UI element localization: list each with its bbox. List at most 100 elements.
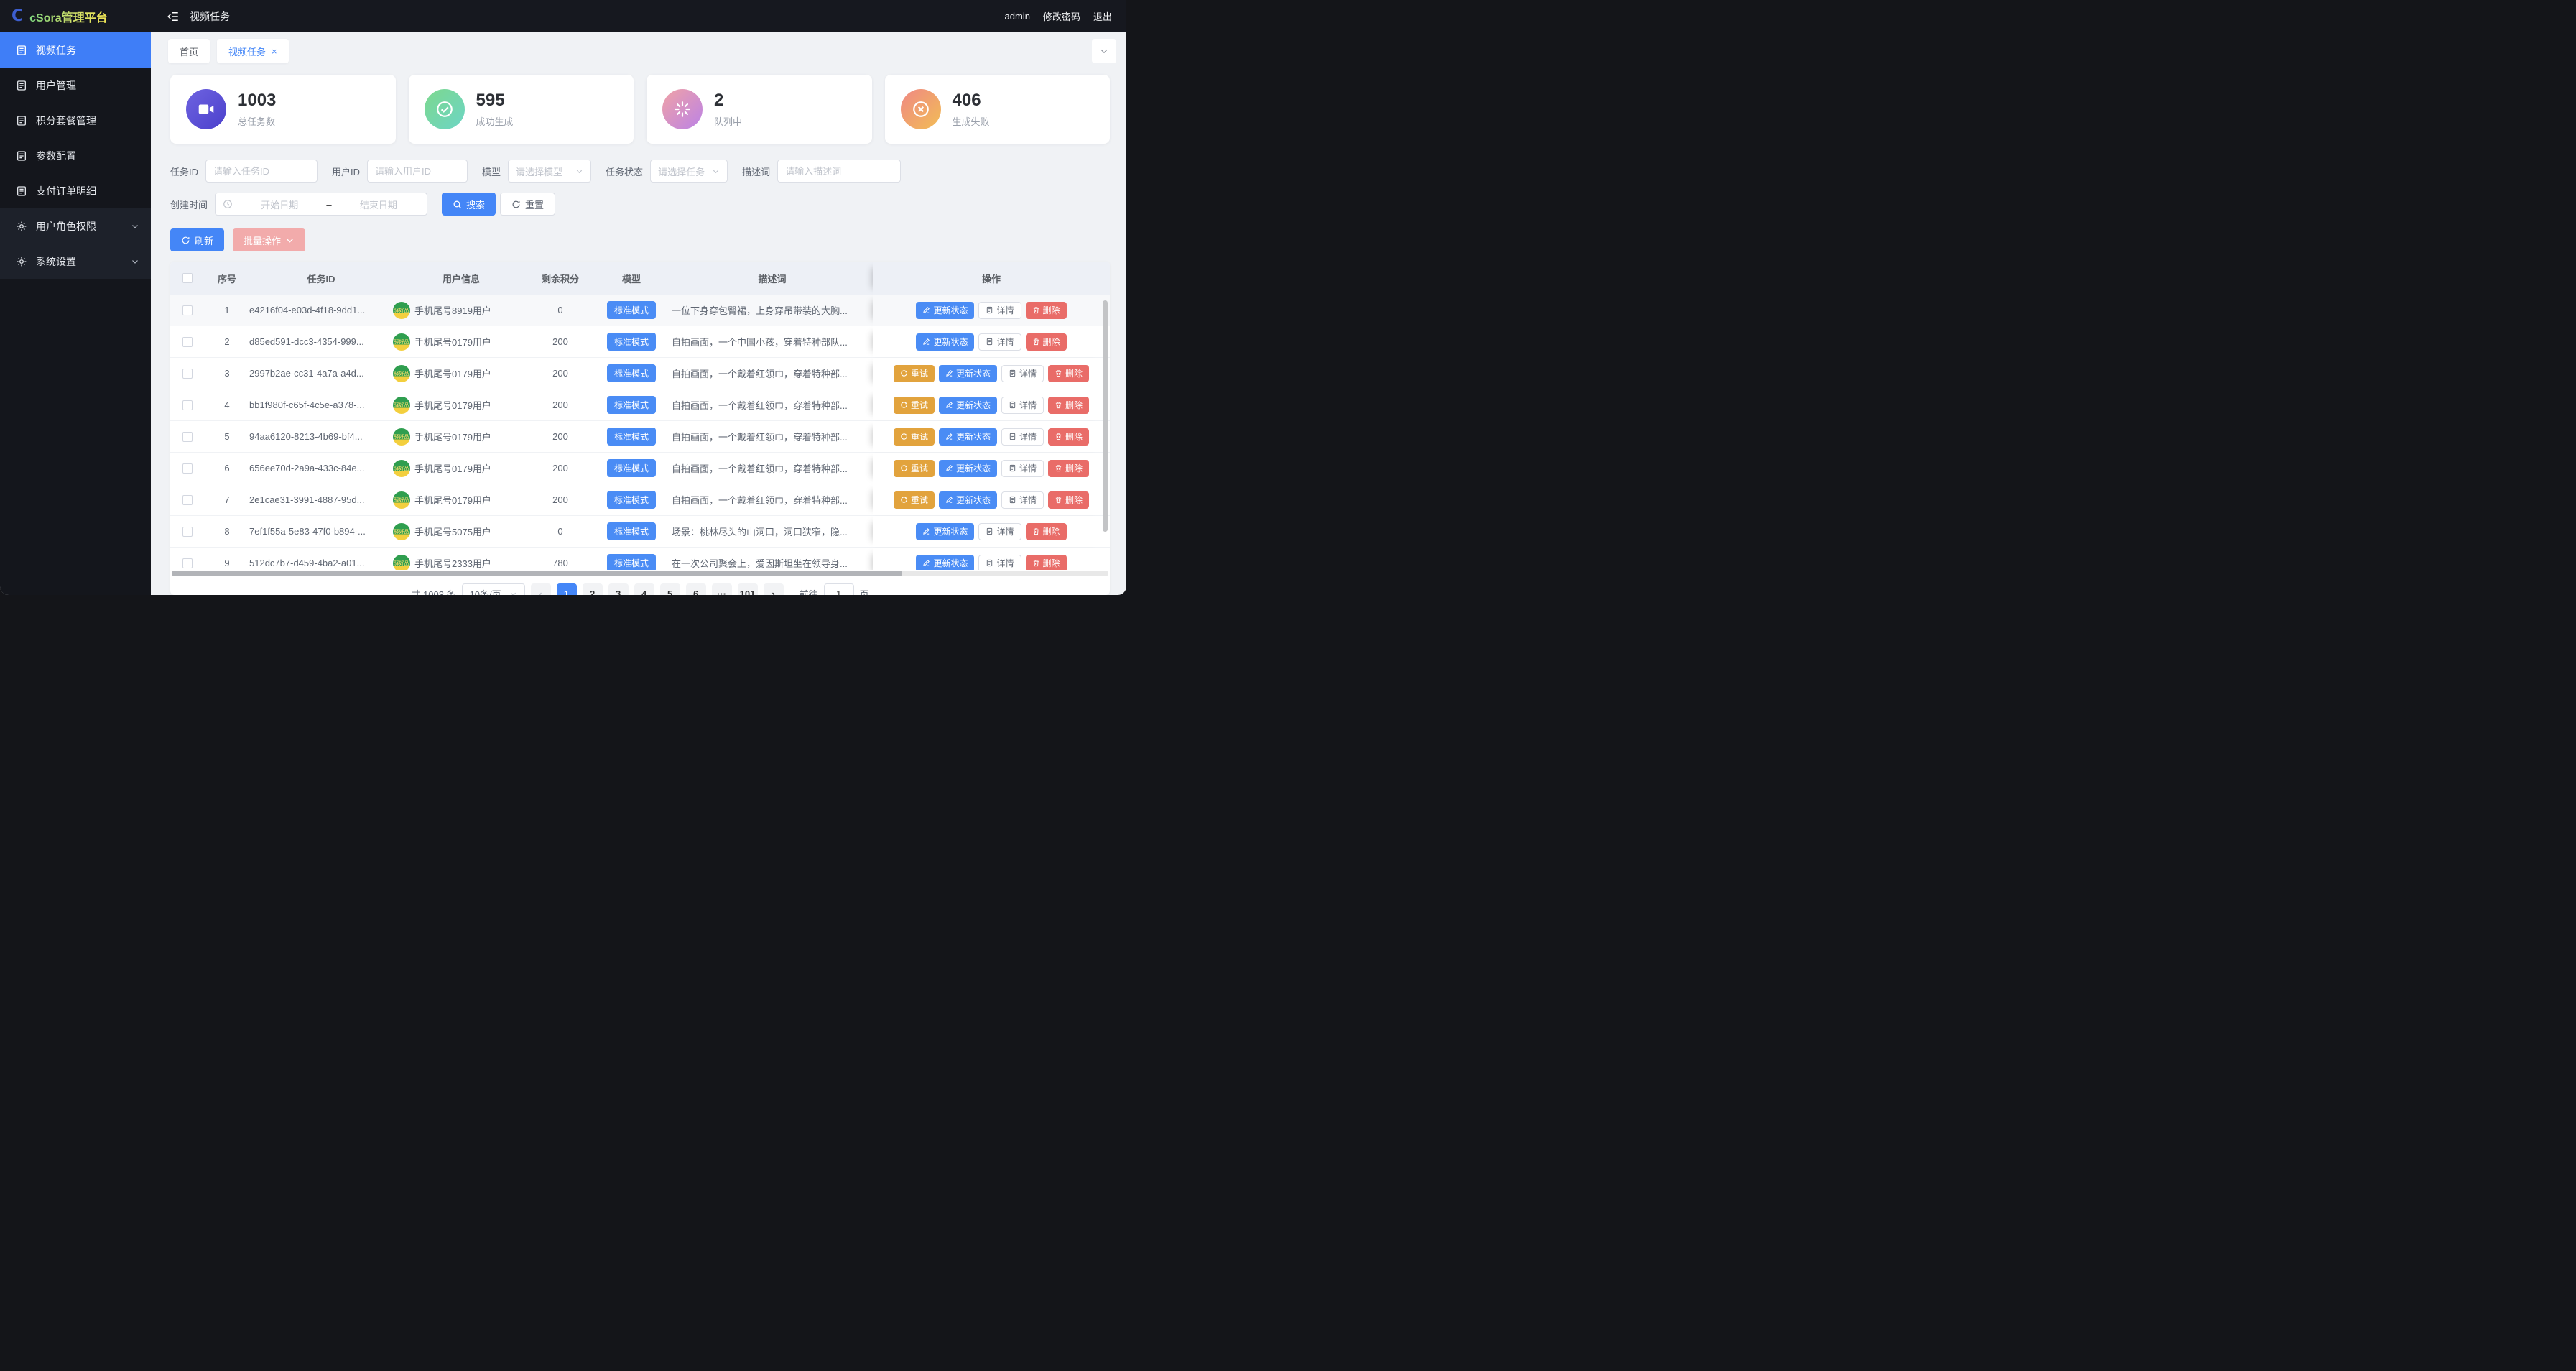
status-select[interactable]: 请选择任务 — [650, 160, 728, 183]
task-table: 序号 任务ID 用户信息 剩余积分 模型 描述词 操作 1 e4216f04-e… — [170, 262, 1110, 595]
detail-button[interactable]: 详情 — [1001, 396, 1044, 414]
page-number-button[interactable]: 101 — [737, 583, 758, 595]
detail-button[interactable]: 详情 — [978, 522, 1021, 540]
sidebar-item-系统设置[interactable]: 系统设置 — [0, 244, 151, 279]
update-status-button[interactable]: 更新状态 — [938, 396, 997, 414]
row-checkbox[interactable] — [182, 400, 193, 410]
date-range-picker[interactable]: 开始日期 – 结束日期 — [215, 193, 428, 216]
row-checkbox[interactable] — [182, 368, 193, 379]
delete-button[interactable]: 删除 — [1048, 459, 1090, 477]
header-model: 模型 — [621, 273, 641, 285]
page-size-select[interactable]: 10条/页 — [461, 583, 525, 595]
task-id-input[interactable] — [213, 165, 310, 177]
page-ellipsis-button[interactable]: ··· — [711, 583, 732, 595]
page-number-button[interactable]: 5 — [659, 583, 680, 595]
sidebar-item-用户管理[interactable]: 用户管理 — [0, 68, 151, 103]
detail-button[interactable]: 详情 — [978, 301, 1021, 319]
delete-button[interactable]: 删除 — [1048, 364, 1090, 382]
select-all-checkbox[interactable] — [182, 273, 193, 283]
retry-button[interactable]: 重试 — [893, 459, 935, 477]
user-id-input[interactable] — [375, 165, 460, 177]
stat-value: 2 — [714, 91, 724, 111]
sidebar-item-支付订单明细[interactable]: 支付订单明细 — [0, 173, 151, 208]
user-avatar: 驿好品 — [393, 396, 410, 414]
header-points: 剩余积分 — [541, 273, 579, 285]
delete-button[interactable]: 删除 — [1048, 491, 1090, 509]
sidebar-item-用户角色权限[interactable]: 用户角色权限 — [0, 208, 151, 244]
batch-actions-button[interactable]: 批量操作 — [233, 228, 306, 251]
search-button[interactable]: 搜索 — [442, 193, 496, 216]
update-status-button[interactable]: 更新状态 — [916, 333, 975, 351]
detail-button[interactable]: 详情 — [1001, 428, 1044, 446]
tabs-more-button[interactable] — [1092, 39, 1116, 63]
delete-button[interactable]: 删除 — [1025, 554, 1067, 570]
update-status-button[interactable]: 更新状态 — [938, 364, 997, 382]
tab-close-icon[interactable]: × — [272, 47, 277, 56]
prev-page-button[interactable]: ‹ — [530, 583, 551, 595]
document-icon — [17, 185, 26, 196]
stat-label: 总任务数 — [238, 116, 276, 127]
user-name[interactable]: admin — [1005, 11, 1030, 22]
horizontal-scrollbar[interactable] — [172, 571, 903, 576]
task-id-cell: d85ed591-dcc3-4354-999... — [249, 336, 364, 347]
sidebar-item-label: 用户管理 — [36, 79, 76, 91]
row-checkbox[interactable] — [182, 305, 193, 315]
model-select[interactable]: 请选择模型 — [508, 160, 592, 183]
collapse-sidebar-icon[interactable] — [167, 10, 180, 23]
edit-icon — [946, 497, 953, 503]
row-checkbox[interactable] — [182, 463, 193, 474]
reset-button[interactable]: 重置 — [500, 193, 556, 216]
row-checkbox[interactable] — [182, 494, 193, 505]
refresh-button[interactable]: 刷新 — [170, 228, 225, 251]
tab-视频任务[interactable]: 视频任务 × — [217, 39, 289, 63]
vertical-scrollbar[interactable] — [1103, 300, 1108, 532]
delete-button[interactable]: 删除 — [1048, 396, 1090, 414]
page-number-button[interactable]: 6 — [685, 583, 706, 595]
user-name-text: 手机尾号8919用户 — [414, 305, 491, 316]
tab-首页[interactable]: 首页 — [168, 39, 210, 63]
page-number-button[interactable]: 3 — [608, 583, 629, 595]
sidebar-item-label: 视频任务 — [36, 44, 76, 56]
delete-button[interactable]: 删除 — [1025, 333, 1067, 351]
detail-button[interactable]: 详情 — [1001, 364, 1044, 382]
page-number-button[interactable]: 1 — [556, 583, 577, 595]
update-status-button[interactable]: 更新状态 — [938, 491, 997, 509]
update-status-button[interactable]: 更新状态 — [916, 554, 975, 570]
retry-button[interactable]: 重试 — [893, 428, 935, 446]
user-avatar: 驿好品 — [393, 554, 410, 570]
goto-page-input[interactable] — [823, 583, 854, 595]
retry-button[interactable]: 重试 — [893, 364, 935, 382]
update-status-button[interactable]: 更新状态 — [938, 428, 997, 446]
task-id-cell: 656ee70d-2a9a-433c-84e... — [249, 463, 365, 474]
page-number-button[interactable]: 2 — [582, 583, 603, 595]
detail-button[interactable]: 详情 — [978, 333, 1021, 351]
row-checkbox[interactable] — [182, 431, 193, 442]
actions-cell: 重试 更新状态 详情 删除 — [873, 484, 1110, 515]
retry-button[interactable]: 重试 — [893, 491, 935, 509]
actions-cell: 重试 更新状态 详情 删除 — [873, 453, 1110, 484]
row-checkbox[interactable] — [182, 558, 193, 568]
sidebar-item-视频任务[interactable]: 视频任务 — [0, 32, 151, 68]
delete-button[interactable]: 删除 — [1025, 522, 1067, 540]
detail-button[interactable]: 详情 — [1001, 491, 1044, 509]
update-status-button[interactable]: 更新状态 — [916, 522, 975, 540]
document-icon — [1009, 464, 1016, 472]
retry-button[interactable]: 重试 — [893, 396, 935, 414]
row-checkbox[interactable] — [182, 336, 193, 347]
delete-button[interactable]: 删除 — [1025, 301, 1067, 319]
detail-button[interactable]: 详情 — [978, 554, 1021, 570]
next-page-button[interactable]: › — [763, 583, 784, 595]
page-number-button[interactable]: 4 — [634, 583, 654, 595]
user-cell: 驿好品 手机尾号5075用户 — [393, 522, 529, 540]
update-status-button[interactable]: 更新状态 — [938, 459, 997, 477]
logout-link[interactable]: 退出 — [1093, 9, 1112, 23]
desc-input[interactable] — [785, 165, 894, 177]
sidebar-item-积分套餐管理[interactable]: 积分套餐管理 — [0, 103, 151, 138]
sidebar-item-参数配置[interactable]: 参数配置 — [0, 138, 151, 173]
row-checkbox[interactable] — [182, 526, 193, 537]
update-status-button[interactable]: 更新状态 — [916, 301, 975, 319]
detail-button[interactable]: 详情 — [1001, 459, 1044, 477]
delete-button[interactable]: 删除 — [1048, 428, 1090, 446]
actions-cell: 更新状态 详情 删除 — [873, 516, 1110, 547]
change-password-link[interactable]: 修改密码 — [1043, 9, 1080, 23]
